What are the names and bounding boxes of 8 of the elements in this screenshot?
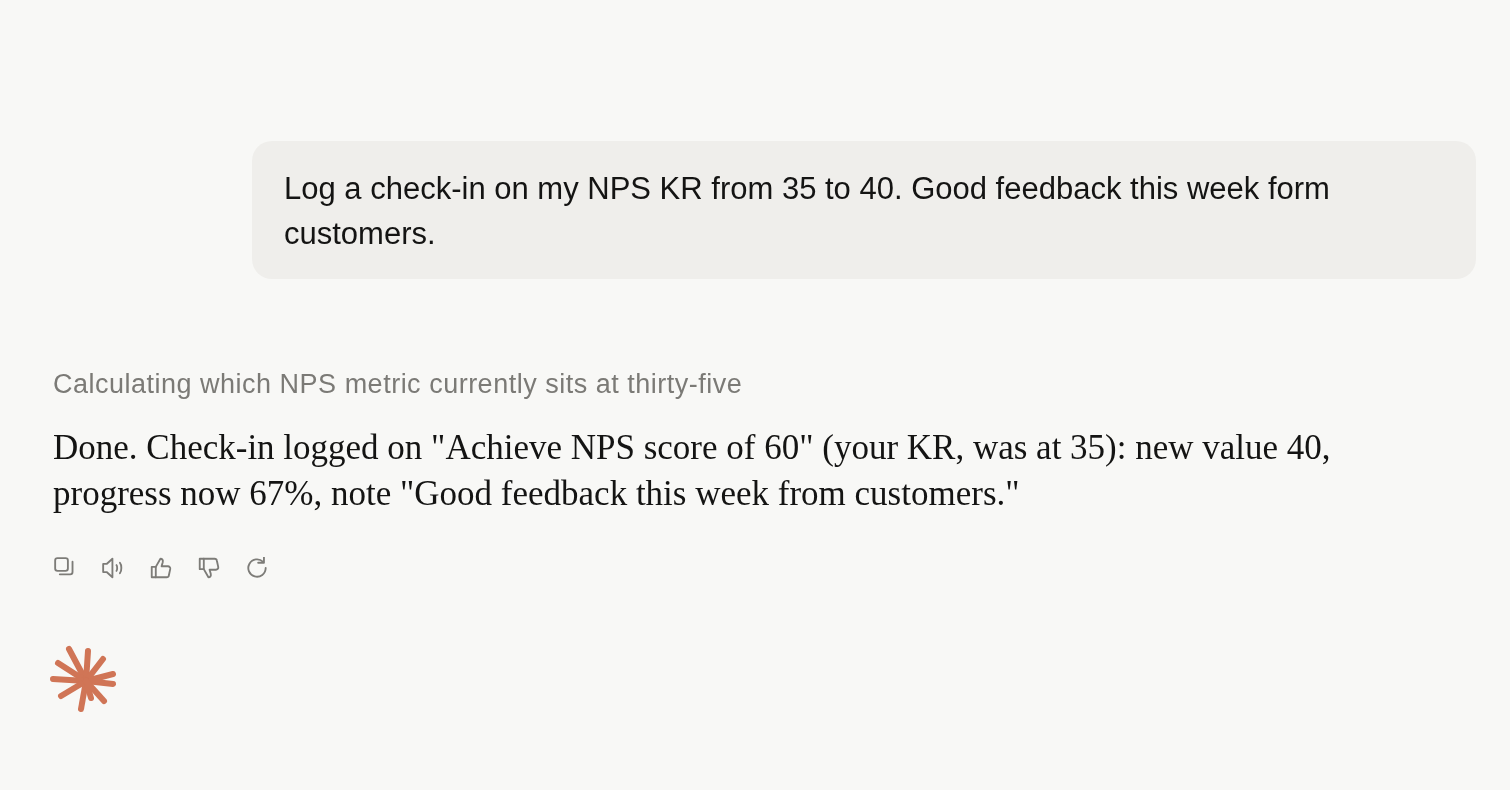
spark-logo-icon [49,645,117,713]
thumbs-down-icon [198,557,220,579]
thumbs-up-icon [150,557,172,579]
user-message: Log a check-in on my NPS KR from 35 to 40. Good feedback this week form customers. [252,141,1476,279]
thinking-status[interactable]: Calculating which NPS metric currently sits at thirty-five [53,367,743,401]
speaker-icon [102,557,124,579]
retry-icon [246,557,268,579]
assistant-reply: Done. Check-in logged on "Achieve NPS score of 60" (your KR, was at 35): new value 40, progress now 67%, note "Good feedback this week from customers." [53,427,1332,515]
